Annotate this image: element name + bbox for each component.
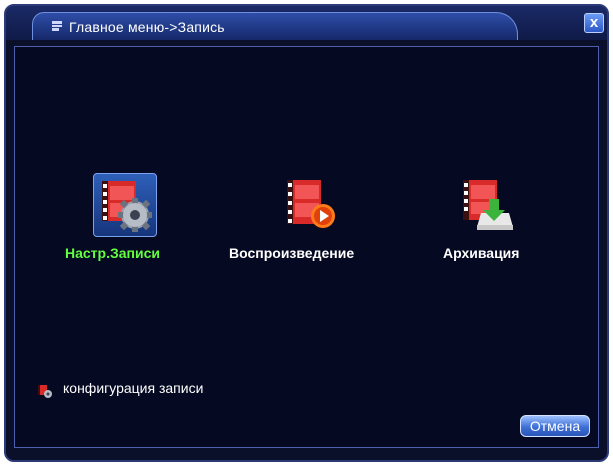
record-settings-icon [102,181,152,232]
tile-icon-box [279,173,343,237]
tile-label: Архивация [443,245,520,261]
close-icon: x [589,14,599,31]
tile-backup[interactable]: Архивация [435,173,555,263]
tile-label: Воспроизведение [229,245,355,261]
close-button[interactable]: x [584,13,604,33]
record-menu-window: Главное меню->Запись x Настр.Записи Восп… [4,4,609,462]
hint-text: конфигурация записи [63,380,204,396]
record-config-icon [38,385,52,398]
tile-icon-box [455,173,519,237]
window-title: Главное меню->Запись [69,19,225,35]
title-bar: Главное меню->Запись x [6,6,607,40]
menu-icon [52,21,62,31]
cancel-button[interactable]: Отмена [520,415,590,437]
tile-label: Настр.Записи [65,245,160,261]
backup-icon [463,180,513,230]
menu-content: Настр.Записи Воспроизведение Архивация к… [14,46,599,448]
tile-playback[interactable]: Воспроизведение [229,173,389,263]
tile-record-settings[interactable]: Настр.Записи [65,173,197,263]
tile-icon-box [93,173,157,237]
playback-icon [287,180,335,228]
title-tab: Главное меню->Запись [32,12,518,40]
